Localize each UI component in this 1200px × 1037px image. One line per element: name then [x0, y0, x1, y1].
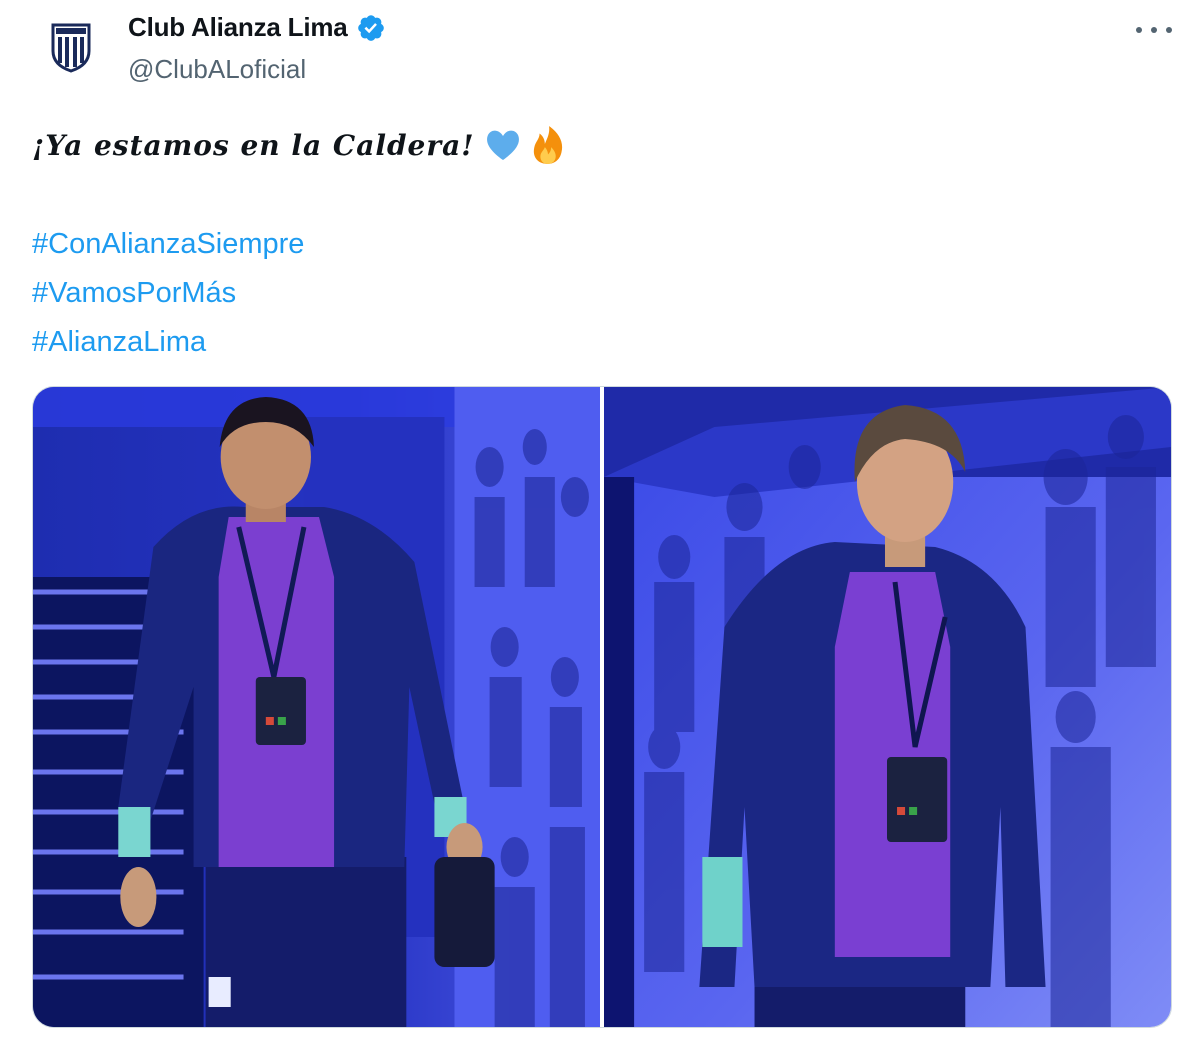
alianza-lima-crest-icon [51, 23, 91, 73]
handle[interactable]: @ClubALoficial [128, 54, 306, 85]
hashtag-link[interactable]: #ConAlianzaSiempre [32, 220, 304, 269]
hashtag-link[interactable]: #AlianzaLima [32, 318, 304, 367]
fire-icon [533, 126, 562, 164]
display-name[interactable]: Club Alianza Lima [128, 12, 348, 43]
avatar[interactable] [38, 14, 104, 80]
more-dot [1136, 27, 1142, 33]
tweet: Club Alianza Lima @ClubALoficial ¡Ya est… [0, 0, 1200, 1037]
hashtag-link[interactable]: #VamosPorMás [32, 269, 304, 318]
player-photo-2[interactable] [604, 387, 1171, 1027]
more-dot [1166, 27, 1172, 33]
verified-badge-icon [357, 14, 384, 41]
media-grid [32, 386, 1172, 1028]
player-photo-1[interactable] [33, 387, 600, 1027]
post-text: ¡Ya estamos en la Caldera! [32, 128, 475, 162]
blue-heart-icon [486, 130, 519, 160]
more-options-icon[interactable] [1136, 18, 1172, 42]
hashtag-list: #ConAlianzaSiempre #VamosPorMás #Alianza… [32, 220, 304, 367]
more-dot [1151, 27, 1157, 33]
author-name-row: Club Alianza Lima [128, 12, 386, 43]
post-text-row: ¡Ya estamos en la Caldera! [32, 124, 569, 166]
